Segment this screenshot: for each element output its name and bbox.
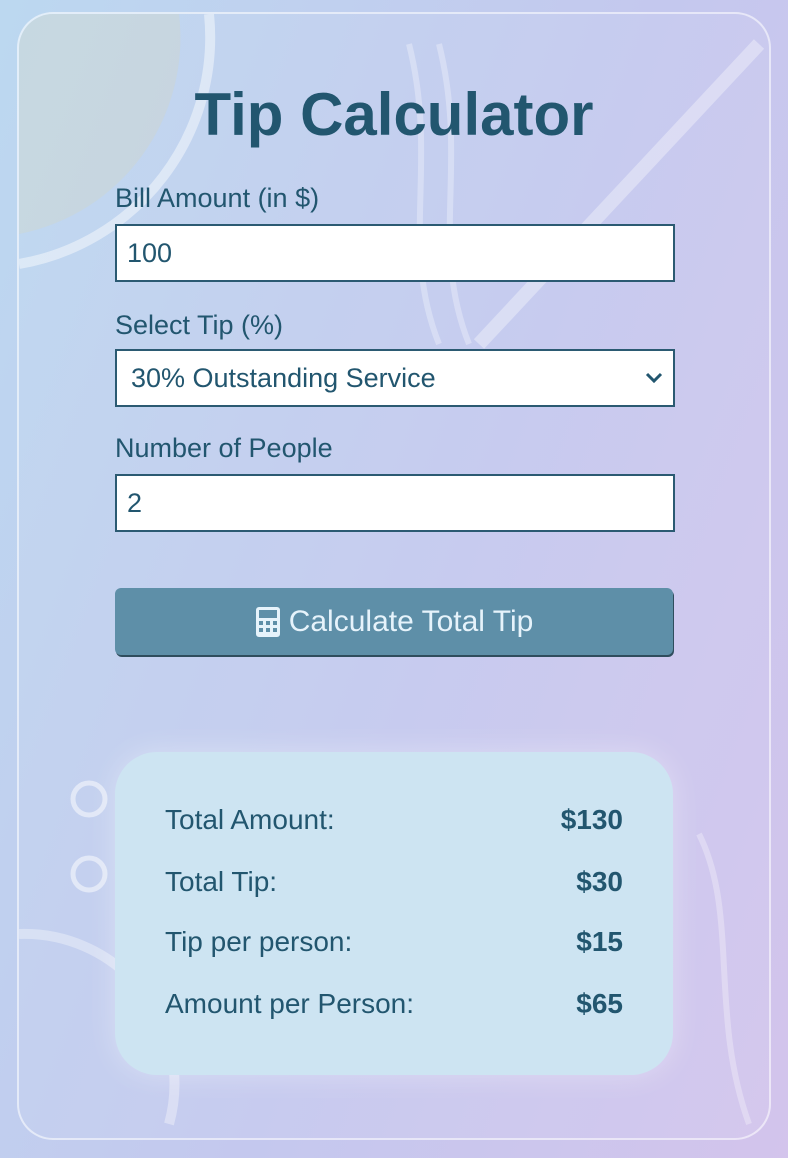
result-row: Total Tip: $30	[165, 866, 623, 898]
people-input[interactable]: 2	[115, 474, 675, 532]
result-label: Amount per Person:	[165, 988, 415, 1019]
tip-selected-value: 30% Outstanding Service	[131, 362, 436, 393]
results-panel: Total Amount: $130 Total Tip: $30 Tip per …	[115, 752, 673, 1075]
result-value: $130	[560, 804, 623, 835]
bill-amount-value: 100	[127, 237, 173, 268]
result-value: $30	[576, 866, 623, 897]
bill-amount-input[interactable]: 100	[115, 224, 675, 282]
result-label: Total Tip:	[165, 866, 278, 897]
result-row: Tip per person: $15	[165, 926, 623, 958]
people-value: 2	[127, 487, 143, 518]
result-row: Amount per Person: $65	[165, 988, 623, 1020]
people-label: Number of People	[115, 433, 333, 463]
result-value: $65	[576, 988, 623, 1019]
bill-amount-label: Bill Amount (in $)	[115, 183, 320, 213]
chevron-down-icon	[645, 372, 663, 384]
result-row: Total Amount: $130	[165, 804, 623, 836]
tip-select[interactable]: 30% Outstanding Service	[115, 349, 675, 407]
calculate-button-label: Calculate Total Tip	[288, 604, 534, 638]
page-title: Tip Calculator	[194, 81, 594, 148]
calculate-button[interactable]: Calculate Total Tip	[115, 588, 673, 655]
result-label: Tip per person:	[165, 926, 353, 957]
calculator-icon	[255, 606, 280, 637]
result-value: $15	[576, 926, 623, 957]
tip-select-label: Select Tip (%)	[115, 310, 284, 340]
result-label: Total Amount:	[165, 804, 335, 835]
